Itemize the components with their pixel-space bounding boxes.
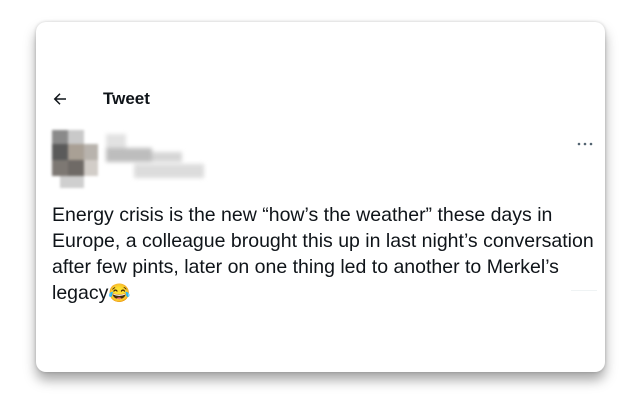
tweet-card: Tweet Energy crisis is the new “how’s th…: [36, 22, 605, 372]
tweet-header: Tweet: [36, 82, 605, 116]
author-block[interactable]: [52, 130, 212, 192]
screenshot-stage: Tweet Energy crisis is the new “how’s th…: [0, 0, 641, 401]
avatar[interactable]: [52, 130, 100, 190]
page-title: Tweet: [103, 89, 150, 108]
more-horizontal-icon[interactable]: [576, 139, 594, 149]
divider: [571, 290, 597, 291]
tweet-text: Energy crisis is the new “how’s the weat…: [52, 202, 597, 306]
arrow-left-icon[interactable]: [51, 90, 69, 108]
face-with-tears-of-joy-icon: 😂: [108, 283, 131, 303]
tweet-body: Energy crisis is the new “how’s the weat…: [52, 204, 594, 304]
author-name-redacted[interactable]: [106, 130, 210, 182]
